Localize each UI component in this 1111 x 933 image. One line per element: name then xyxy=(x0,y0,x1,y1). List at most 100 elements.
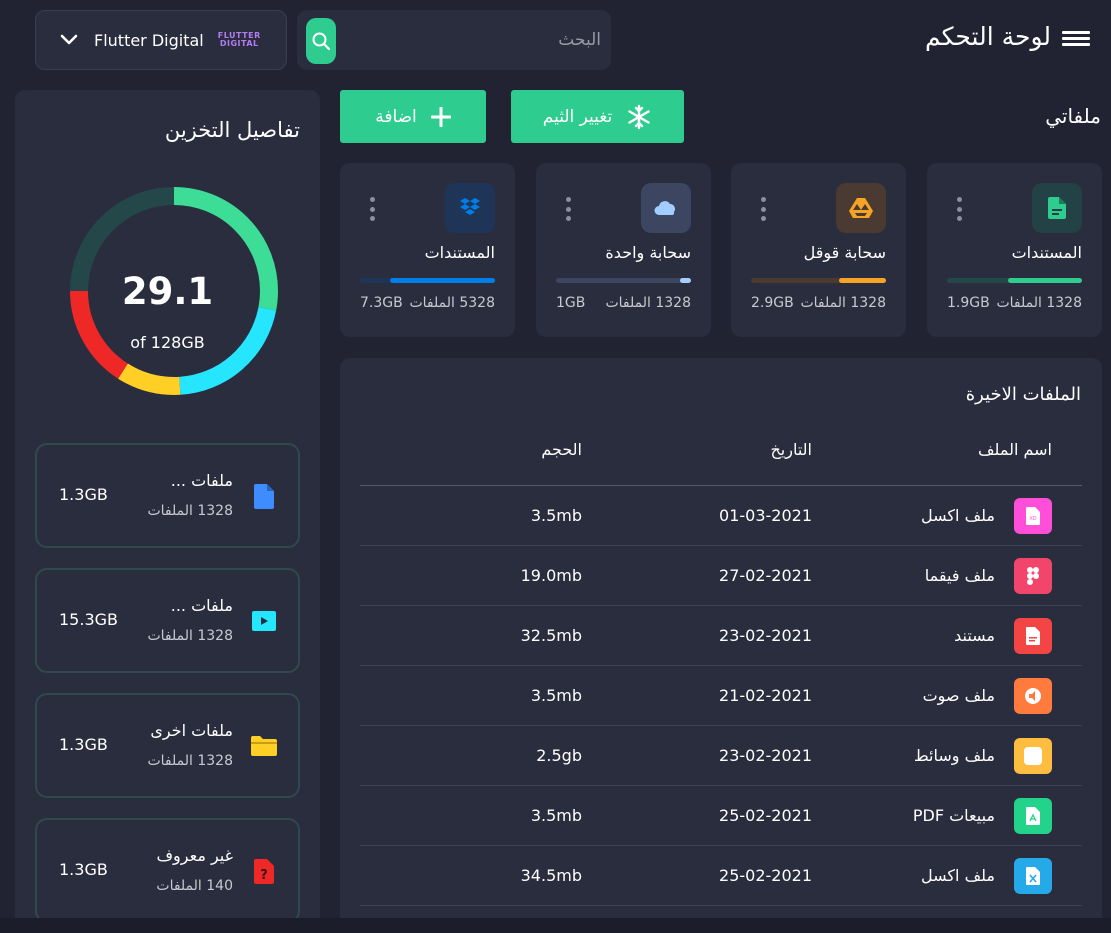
onedrive-icon xyxy=(641,183,691,233)
card-title: المستندات xyxy=(1011,243,1082,262)
recent-files-panel: الملفات الاخيرة اسم الملف التاريخ الحجم … xyxy=(340,358,1102,933)
storage-item-other[interactable]: ملفات اخرى 1328 الملفات 1.3GB xyxy=(35,693,300,798)
snowflake-icon xyxy=(628,104,650,129)
column-header-name: اسم الملف xyxy=(977,440,1052,459)
column-header-date: التاريخ xyxy=(770,440,812,459)
file-size: 2.5gb xyxy=(536,746,582,765)
media-file-icon xyxy=(1014,738,1052,774)
file-card-onedrive[interactable]: سحابة واحدة 1328 الملفات 1GB xyxy=(536,163,711,337)
more-options-icon[interactable] xyxy=(957,197,963,221)
progress-fill xyxy=(680,278,691,283)
file-name: مبيعات PDF xyxy=(912,806,995,825)
file-date: 23-02-2021 xyxy=(719,746,812,765)
change-theme-button[interactable]: تغيير الثيم xyxy=(511,90,684,143)
progress-bar xyxy=(360,278,495,283)
file-size: 3.5mb xyxy=(530,686,582,705)
storage-details-panel: تفاصيل التخزين 29.1 of 128GB ملفات ... 1… xyxy=(15,90,320,933)
card-file-count: 1328 الملفات xyxy=(605,295,691,311)
figma-file-icon xyxy=(1014,558,1052,594)
file-name: ملف صوت xyxy=(922,686,995,705)
more-options-icon[interactable] xyxy=(370,197,376,221)
search-button[interactable] xyxy=(306,18,336,64)
pdf-file-icon xyxy=(1014,798,1052,834)
table-row[interactable]: ملف فيقما 27-02-2021 19.0mb xyxy=(360,546,1082,606)
storage-item-size: 1.3GB xyxy=(59,735,108,754)
storage-item-count: 1328 الملفات xyxy=(147,628,233,644)
table-row[interactable]: ملف صوت 21-02-2021 3.5mb xyxy=(360,666,1082,726)
search-bar xyxy=(297,10,611,70)
file-date: 01-03-2021 xyxy=(719,506,812,525)
file-date: 23-02-2021 xyxy=(719,626,812,645)
storage-item-count: 140 الملفات xyxy=(156,878,233,894)
storage-total-label: of 128GB xyxy=(130,333,205,352)
table-row[interactable]: XD ملف اكسل 01-03-2021 3.5mb xyxy=(360,486,1082,546)
file-name: ملف وسائط xyxy=(913,746,995,765)
chevron-down-icon[interactable] xyxy=(60,34,78,46)
svg-text:?: ? xyxy=(260,868,268,883)
bottom-bar xyxy=(0,918,1111,933)
storage-item-title: غير معروف xyxy=(156,846,233,865)
change-theme-label: تغيير الثيم xyxy=(542,106,613,127)
svg-text:XD: XD xyxy=(1029,516,1036,522)
card-size: 1GB xyxy=(556,295,586,311)
file-date: 25-02-2021 xyxy=(719,806,812,825)
file-date: 25-02-2021 xyxy=(719,866,812,885)
brand-logo: FLUTTER DIGITAL xyxy=(217,31,261,48)
storage-item-media[interactable]: ملفات ... 1328 الملفات 15.3GB xyxy=(35,568,300,673)
file-name: ملف اكسل xyxy=(921,506,995,525)
storage-item-size: 1.3GB xyxy=(59,485,108,504)
storage-title: تفاصيل التخزين xyxy=(164,118,300,142)
file-name: مستند xyxy=(954,626,995,645)
storage-item-title: ملفات ... xyxy=(170,471,233,490)
storage-item-documents[interactable]: ملفات ... 1328 الملفات 1.3GB xyxy=(35,443,300,548)
file-name: ملف اكسل xyxy=(921,866,995,885)
progress-bar xyxy=(947,278,1082,283)
storage-item-size: 15.3GB xyxy=(59,610,118,629)
excel-file-icon xyxy=(1014,858,1052,894)
search-input[interactable] xyxy=(347,10,603,70)
file-size: 3.5mb xyxy=(530,506,582,525)
card-size: 2.9GB xyxy=(751,295,794,311)
file-size: 19.0mb xyxy=(520,566,582,585)
card-file-count: 1328 الملفات xyxy=(800,295,886,311)
table-row[interactable]: مبيعات PDF 25-02-2021 3.5mb xyxy=(360,786,1082,846)
profile-name: Flutter Digital xyxy=(94,30,204,50)
file-name: ملف فيقما xyxy=(924,566,995,585)
file-card-google-drive[interactable]: سحابة قوقل 1328 الملفات 2.9GB xyxy=(731,163,906,337)
card-size: 1.9GB xyxy=(947,295,990,311)
card-file-count: 5328 الملفات xyxy=(409,295,495,311)
column-header-size: الحجم xyxy=(541,440,582,459)
card-size: 7.3GB xyxy=(360,295,403,311)
storage-used-value: 29.1 xyxy=(121,270,214,313)
storage-item-title: ملفات اخرى xyxy=(150,721,233,740)
sound-file-icon xyxy=(1014,678,1052,714)
file-size: 34.5mb xyxy=(520,866,582,885)
file-card-dropbox[interactable]: المستندات 5328 الملفات 7.3GB xyxy=(340,163,515,337)
file-size: 32.5mb xyxy=(520,626,582,645)
card-file-count: 1328 الملفات xyxy=(996,295,1082,311)
more-options-icon[interactable] xyxy=(566,197,572,221)
file-date: 27-02-2021 xyxy=(719,566,812,585)
progress-bar xyxy=(751,278,886,283)
unknown-file-icon: ? xyxy=(250,856,278,886)
file-date: 21-02-2021 xyxy=(719,686,812,705)
table-row[interactable]: مستند 23-02-2021 32.5mb xyxy=(360,606,1082,666)
table-row[interactable]: ملف اكسل 25-02-2021 34.5mb xyxy=(360,846,1082,906)
progress-fill xyxy=(838,278,886,283)
progress-fill xyxy=(1007,278,1082,283)
my-files-title: ملفاتي xyxy=(1045,104,1101,128)
progress-bar xyxy=(556,278,691,283)
page-title: لوحة التحكم xyxy=(924,22,1051,51)
menu-icon[interactable] xyxy=(1062,28,1090,52)
xd-file-icon: XD xyxy=(1014,498,1052,534)
media-icon xyxy=(250,606,278,636)
more-options-icon[interactable] xyxy=(761,197,767,221)
table-row[interactable]: ملف وسائط 23-02-2021 2.5gb xyxy=(360,726,1082,786)
storage-item-unknown[interactable]: ? غير معروف 140 الملفات 1.3GB xyxy=(35,818,300,923)
file-card-documents[interactable]: المستندات 1328 الملفات 1.9GB xyxy=(927,163,1102,337)
add-button[interactable]: اضافة xyxy=(340,90,486,143)
google-drive-icon xyxy=(836,183,886,233)
document-icon xyxy=(250,481,278,511)
storage-item-count: 1328 الملفات xyxy=(147,503,233,519)
profile-card[interactable]: Flutter Digital FLUTTER DIGITAL xyxy=(35,10,287,70)
